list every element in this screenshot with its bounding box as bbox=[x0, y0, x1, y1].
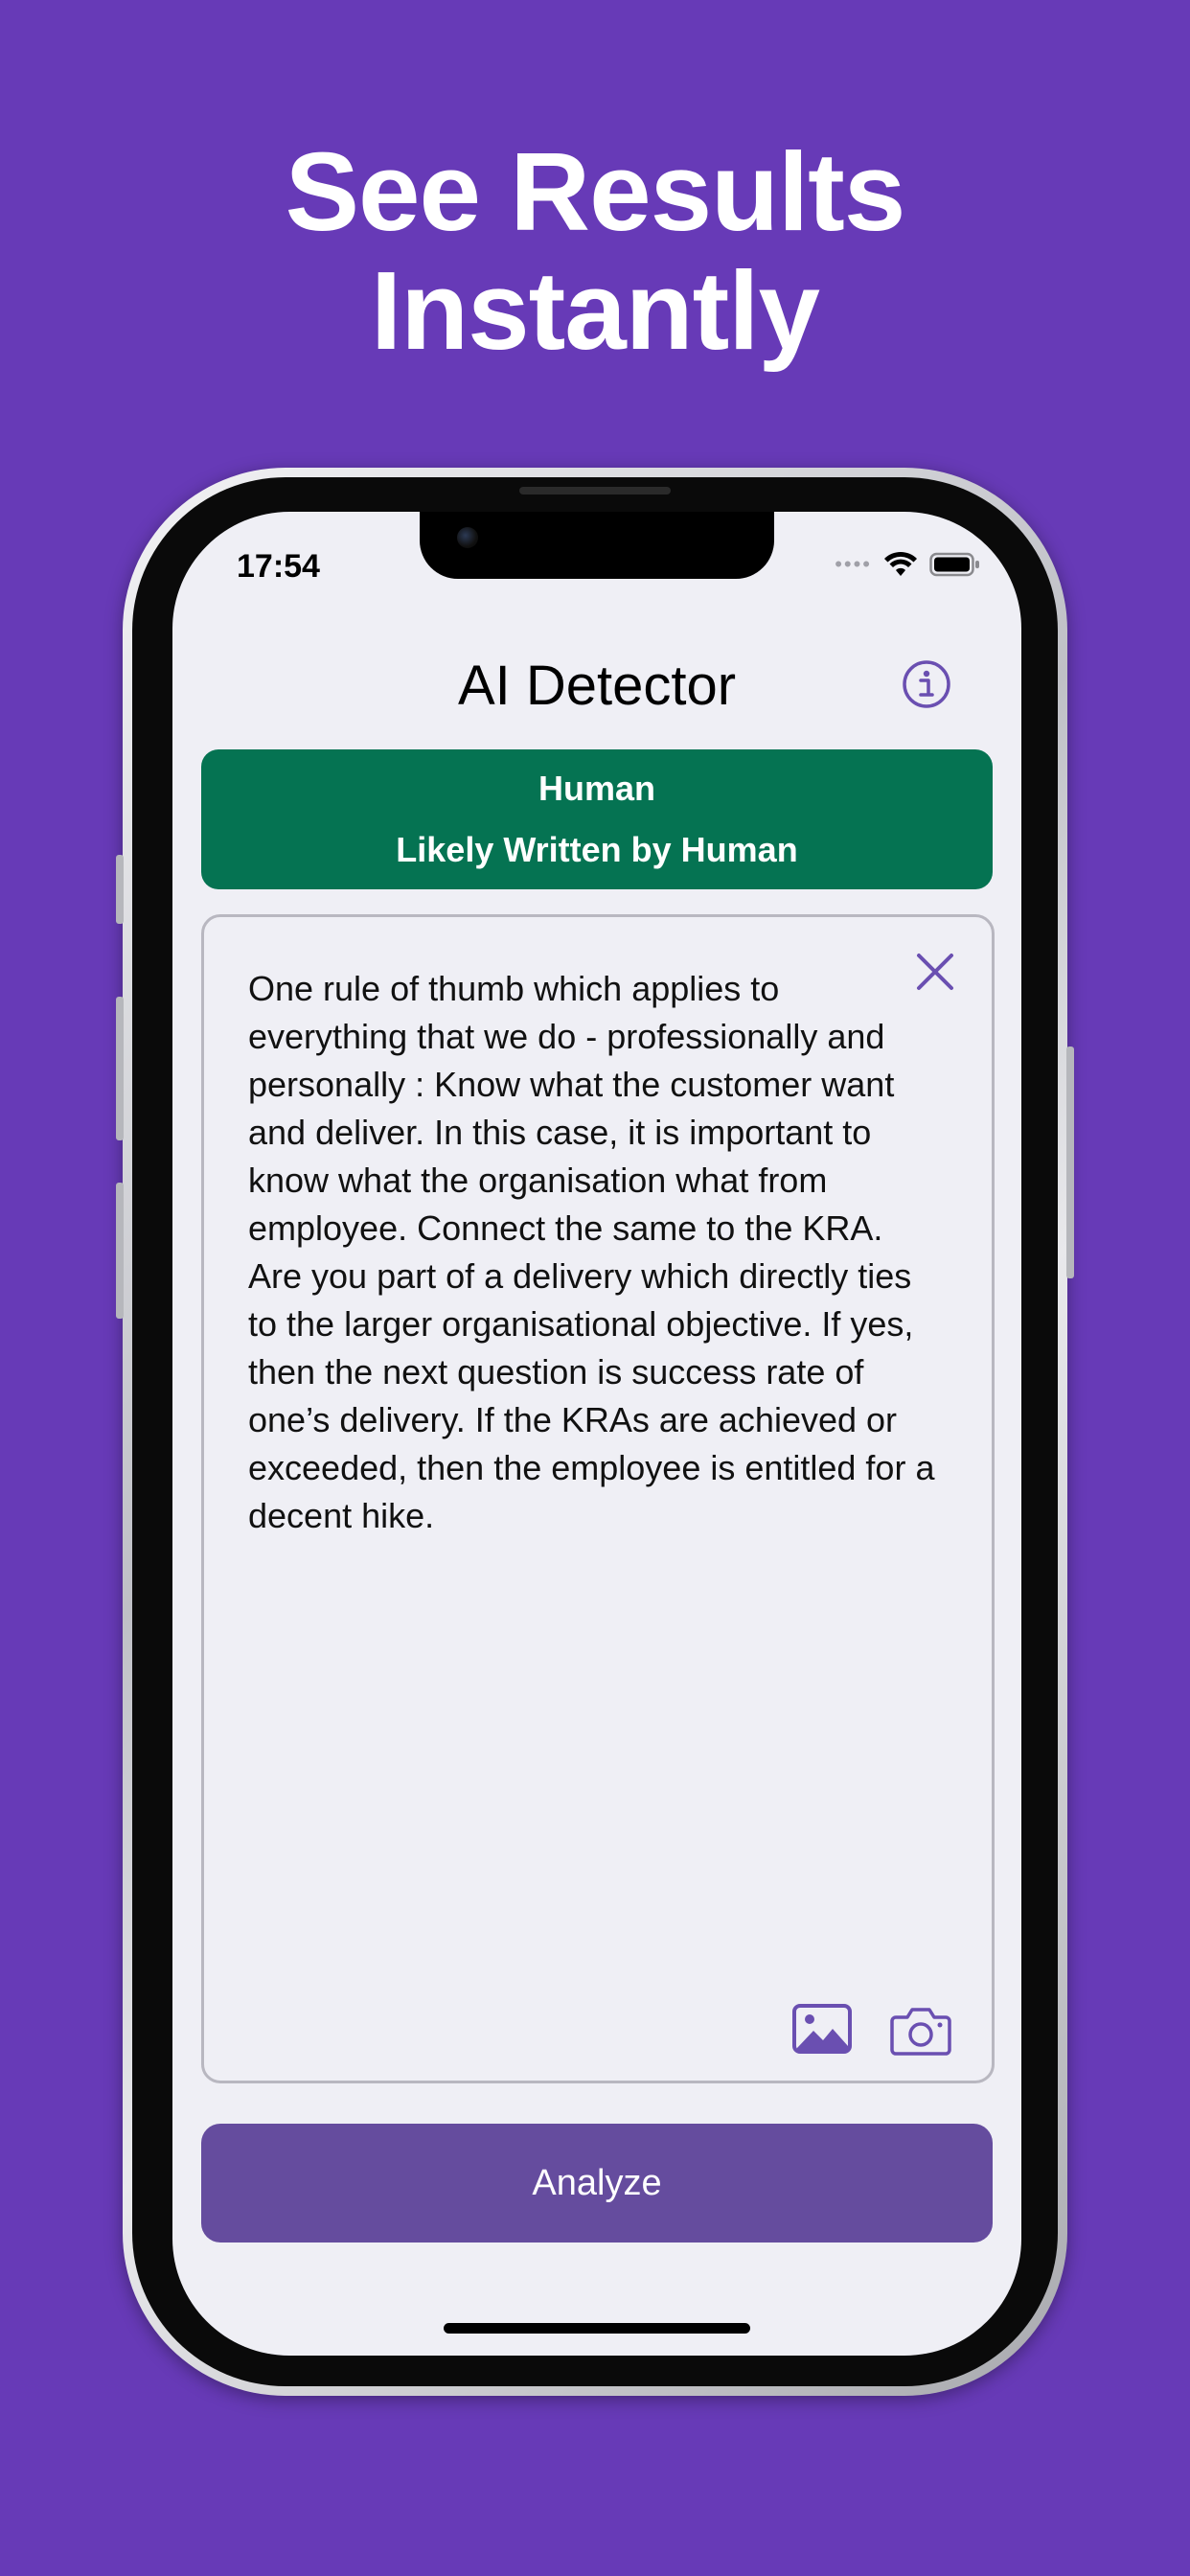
status-icons: •••• bbox=[835, 550, 981, 579]
promo-headline: See Results Instantly bbox=[0, 132, 1190, 370]
info-circle-icon[interactable] bbox=[902, 659, 951, 709]
cellular-signal-icon: •••• bbox=[835, 552, 872, 576]
wifi-icon bbox=[884, 551, 917, 576]
result-label: Human bbox=[538, 769, 655, 808]
result-description: Likely Written by Human bbox=[396, 830, 798, 869]
input-text[interactable]: One rule of thumb which applies to every… bbox=[248, 965, 938, 1540]
result-banner: Human Likely Written by Human bbox=[201, 749, 993, 889]
close-icon[interactable] bbox=[911, 948, 959, 996]
app-screen: 17:54 •••• AI Detector Human Likely Writ… bbox=[172, 512, 1021, 2356]
mute-switch bbox=[116, 855, 124, 924]
photo-icon[interactable] bbox=[792, 2004, 852, 2054]
volume-down-button bbox=[116, 1183, 124, 1319]
promo-headline-line-1: See Results bbox=[285, 129, 906, 254]
power-button bbox=[1066, 1046, 1074, 1278]
front-camera bbox=[457, 527, 478, 548]
volume-up-button bbox=[116, 997, 124, 1140]
speaker-grille bbox=[519, 487, 671, 494]
status-time: 17:54 bbox=[237, 548, 320, 585]
promo-headline-line-2: Instantly bbox=[371, 248, 820, 373]
analyze-button[interactable]: Analyze bbox=[201, 2124, 993, 2242]
page-title: AI Detector bbox=[457, 655, 737, 717]
text-input-area[interactable]: One rule of thumb which applies to every… bbox=[201, 914, 995, 2083]
battery-icon bbox=[929, 552, 979, 577]
home-indicator[interactable] bbox=[444, 2323, 750, 2334]
camera-icon[interactable] bbox=[890, 2004, 951, 2056]
